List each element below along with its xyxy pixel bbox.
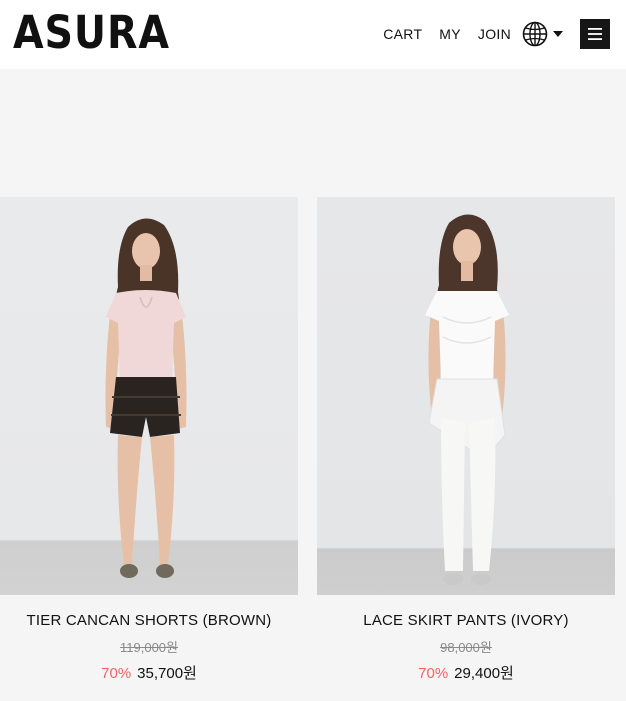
sale-price: 29,400원 xyxy=(454,665,514,682)
cart-link[interactable]: CART xyxy=(383,26,422,42)
discount-rate: 70% xyxy=(418,665,449,682)
product-image[interactable] xyxy=(317,197,615,595)
product-card[interactable]: TIER CANCAN SHORTS (BROWN) 119,000원 70% 3… xyxy=(0,197,298,683)
product-name[interactable]: TIER CANCAN SHORTS (BROWN) xyxy=(0,612,298,629)
menu-button[interactable] xyxy=(580,19,610,49)
site-logo[interactable]: ASURA xyxy=(13,8,170,58)
sale-price-line: 70% 35,700원 xyxy=(0,662,298,683)
original-price: 98,000원 xyxy=(440,640,492,655)
join-link[interactable]: JOIN xyxy=(478,26,511,42)
my-link[interactable]: MY xyxy=(439,26,461,42)
sale-price-line: 70% 29,400원 xyxy=(317,662,615,683)
globe-icon xyxy=(522,21,548,47)
sale-price: 35,700원 xyxy=(137,665,197,682)
discount-rate: 70% xyxy=(101,665,132,682)
header-nav: CART MY JOIN xyxy=(383,18,610,50)
hamburger-menu-icon xyxy=(588,28,602,40)
site-header: ASURA CART MY JOIN xyxy=(0,0,626,69)
caret-down-icon xyxy=(553,31,563,37)
language-selector[interactable] xyxy=(522,21,563,47)
product-card[interactable]: LACE SKIRT PANTS (IVORY) 98,000원 70% 29,4… xyxy=(317,197,615,683)
original-price: 119,000원 xyxy=(120,640,178,655)
product-name[interactable]: LACE SKIRT PANTS (IVORY) xyxy=(317,612,615,629)
product-image[interactable] xyxy=(0,197,298,595)
